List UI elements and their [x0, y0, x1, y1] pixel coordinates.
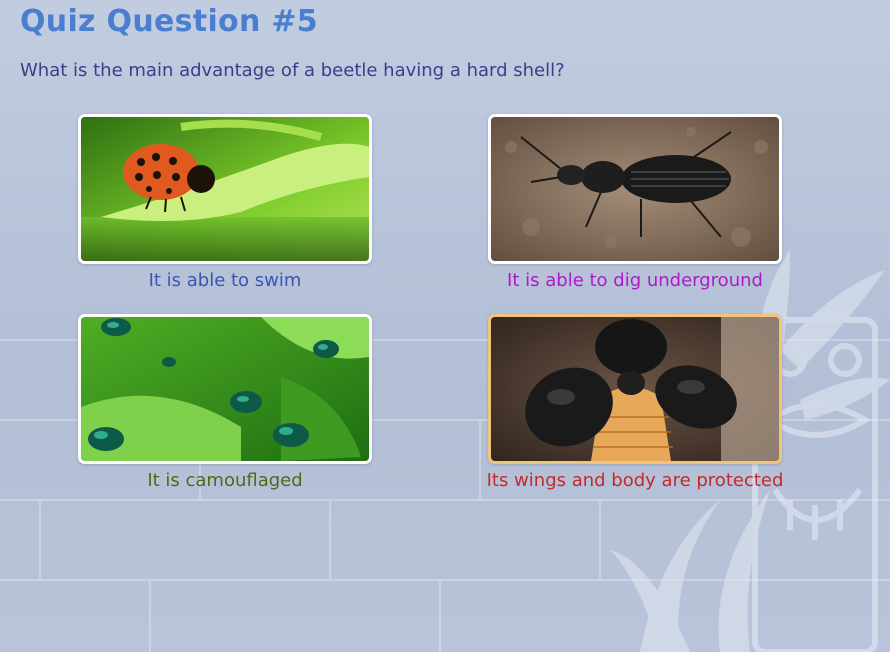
answer-label: It is able to swim	[148, 270, 302, 291]
green-beetles-photo	[78, 314, 372, 464]
quiz-question: What is the main advantage of a beetle h…	[20, 60, 565, 81]
answer-label: It is able to dig underground	[507, 270, 763, 291]
answer-label: It is camouflaged	[147, 470, 303, 491]
answer-label: Its wings and body are protected	[486, 470, 784, 491]
answer-option-camouflage[interactable]: It is camouflaged	[78, 314, 378, 502]
quiz-title: Quiz Question #5	[20, 4, 318, 39]
beetle-wings-open-photo	[488, 314, 782, 464]
ground-beetle-photo	[488, 114, 782, 264]
answer-option-protected[interactable]: Its wings and body are protected	[487, 314, 788, 502]
answer-option-swim[interactable]: It is able to swim	[78, 114, 378, 302]
answer-option-dig[interactable]: It is able to dig underground	[488, 114, 788, 302]
ladybug-on-leaf-photo	[78, 114, 372, 264]
